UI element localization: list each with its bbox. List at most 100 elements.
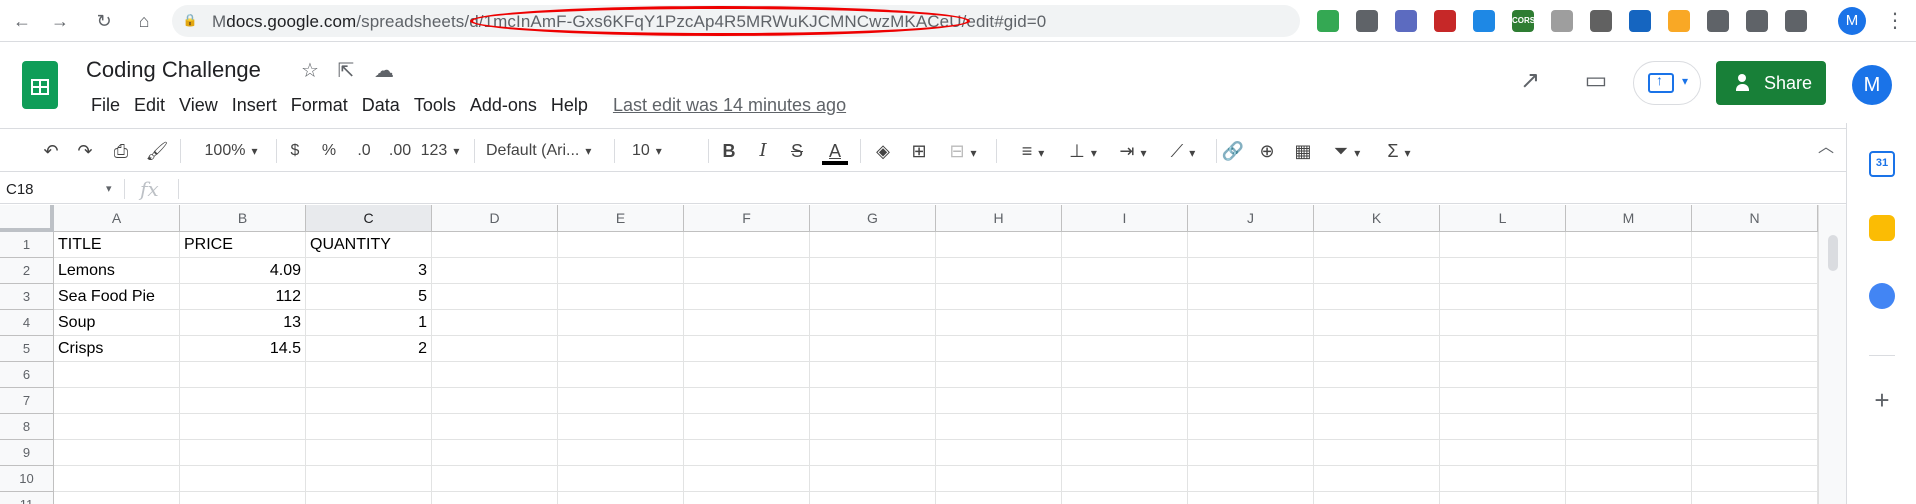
keep-icon[interactable] <box>1869 215 1895 241</box>
cell-f11[interactable] <box>684 492 810 504</box>
cell-c2[interactable]: 3 <box>306 258 432 284</box>
cell-e4[interactable] <box>558 310 684 336</box>
cell-l9[interactable] <box>1440 440 1566 466</box>
column-header-l[interactable]: L <box>1440 205 1566 232</box>
cell-c10[interactable] <box>306 466 432 492</box>
cell-b3[interactable]: 112 <box>180 284 306 310</box>
column-header-m[interactable]: M <box>1566 205 1692 232</box>
cell-f1[interactable] <box>684 232 810 258</box>
cell-d9[interactable] <box>432 440 558 466</box>
cell-c9[interactable] <box>306 440 432 466</box>
calendar-icon[interactable]: 31 <box>1869 151 1895 177</box>
cell-a1[interactable]: TITLE <box>54 232 180 258</box>
cell-g2[interactable] <box>810 258 936 284</box>
tools-extension-icon[interactable] <box>1629 10 1651 32</box>
cell-l3[interactable] <box>1440 284 1566 310</box>
zoom-select[interactable]: 100% <box>196 137 266 165</box>
cell-j10[interactable] <box>1188 466 1314 492</box>
vertical-scrollbar[interactable] <box>1818 205 1846 504</box>
cell-d4[interactable] <box>432 310 558 336</box>
cell-d7[interactable] <box>432 388 558 414</box>
cell-m6[interactable] <box>1566 362 1692 388</box>
account-avatar[interactable]: M <box>1852 65 1892 105</box>
column-header-c[interactable]: C <box>306 205 432 232</box>
column-header-n[interactable]: N <box>1692 205 1818 232</box>
column-header-b[interactable]: B <box>180 205 306 232</box>
cell-f8[interactable] <box>684 414 810 440</box>
cell-g3[interactable] <box>810 284 936 310</box>
cell-c5[interactable]: 2 <box>306 336 432 362</box>
cell-j4[interactable] <box>1188 310 1314 336</box>
cell-g5[interactable] <box>810 336 936 362</box>
cell-k8[interactable] <box>1314 414 1440 440</box>
cell-d11[interactable] <box>432 492 558 504</box>
pdf-extension-icon[interactable] <box>1434 10 1456 32</box>
present-meeting-button[interactable]: ▾ <box>1633 61 1701 105</box>
cell-g6[interactable] <box>810 362 936 388</box>
cell-d1[interactable] <box>432 232 558 258</box>
share-button[interactable]: Share <box>1716 61 1826 105</box>
cell-i1[interactable] <box>1062 232 1188 258</box>
cell-a4[interactable]: Soup <box>54 310 180 336</box>
cell-l2[interactable] <box>1440 258 1566 284</box>
back-icon[interactable]: ← <box>10 9 34 33</box>
increase-decimal-button[interactable]: .00 <box>384 137 416 165</box>
pocket-extension-icon[interactable] <box>1707 10 1729 32</box>
cell-b7[interactable] <box>180 388 306 414</box>
move-folder-icon[interactable]: ⇱ <box>334 59 358 83</box>
row-header[interactable]: 5 <box>0 336 54 362</box>
cell-i11[interactable] <box>1062 492 1188 504</box>
scrollbar-thumb[interactable] <box>1828 235 1838 271</box>
merge-cells-icon[interactable]: ⊟ <box>942 137 984 165</box>
cell-l8[interactable] <box>1440 414 1566 440</box>
cell-h7[interactable] <box>936 388 1062 414</box>
cell-b6[interactable] <box>180 362 306 388</box>
cell-b4[interactable]: 13 <box>180 310 306 336</box>
cell-n6[interactable] <box>1692 362 1818 388</box>
cell-l5[interactable] <box>1440 336 1566 362</box>
cell-b5[interactable]: 14.5 <box>180 336 306 362</box>
row-header[interactable]: 11 <box>0 492 54 504</box>
cell-a5[interactable]: Crisps <box>54 336 180 362</box>
cell-l6[interactable] <box>1440 362 1566 388</box>
redo-icon[interactable]: ↷ <box>72 137 98 165</box>
cell-n3[interactable] <box>1692 284 1818 310</box>
cell-m2[interactable] <box>1566 258 1692 284</box>
select-all-corner[interactable] <box>0 205 54 232</box>
vertical-align-icon[interactable]: ⊥ <box>1062 137 1104 165</box>
reload-icon[interactable]: ↻ <box>92 9 116 33</box>
menu-addons[interactable]: Add-ons <box>463 93 544 117</box>
row-header[interactable]: 7 <box>0 388 54 414</box>
cell-d6[interactable] <box>432 362 558 388</box>
cell-d5[interactable] <box>432 336 558 362</box>
cell-k10[interactable] <box>1314 466 1440 492</box>
cell-l10[interactable] <box>1440 466 1566 492</box>
filter-icon[interactable]: ⏷ <box>1324 137 1370 165</box>
cell-k5[interactable] <box>1314 336 1440 362</box>
cell-g7[interactable] <box>810 388 936 414</box>
cell-a7[interactable] <box>54 388 180 414</box>
decrease-decimal-button[interactable]: .0 <box>350 137 378 165</box>
lock-icon[interactable]: 🔒 <box>182 12 198 28</box>
cell-e7[interactable] <box>558 388 684 414</box>
cell-h9[interactable] <box>936 440 1062 466</box>
cell-a10[interactable] <box>54 466 180 492</box>
font-family-select[interactable]: Default (Ari... <box>486 137 604 165</box>
cell-a9[interactable] <box>54 440 180 466</box>
cors-extension-icon[interactable]: CORS <box>1512 10 1535 32</box>
cell-g8[interactable] <box>810 414 936 440</box>
cell-e8[interactable] <box>558 414 684 440</box>
cell-m5[interactable] <box>1566 336 1692 362</box>
puzzle-extension-icon[interactable] <box>1746 10 1768 32</box>
menu-file[interactable]: File <box>84 93 127 117</box>
cell-c6[interactable] <box>306 362 432 388</box>
cell-g11[interactable] <box>810 492 936 504</box>
cell-c4[interactable]: 1 <box>306 310 432 336</box>
column-header-f[interactable]: F <box>684 205 810 232</box>
menu-insert[interactable]: Insert <box>225 93 284 117</box>
cell-n8[interactable] <box>1692 414 1818 440</box>
browser-menu-icon[interactable]: ⋮ <box>1885 9 1905 33</box>
column-header-i[interactable]: I <box>1062 205 1188 232</box>
row-header[interactable]: 9 <box>0 440 54 466</box>
cell-m10[interactable] <box>1566 466 1692 492</box>
